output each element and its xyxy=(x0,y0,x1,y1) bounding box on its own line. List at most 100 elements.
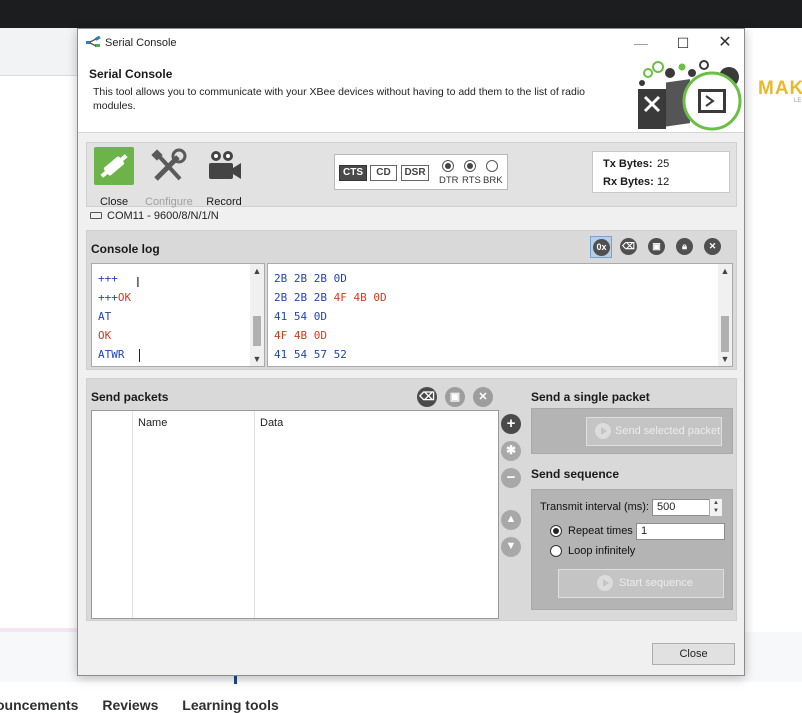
window-title: Serial Console xyxy=(105,37,177,49)
ascii-log-line-tx-text: +++ xyxy=(98,272,118,285)
maximize-button[interactable]: ☐ xyxy=(668,33,698,53)
lock-scroll-button[interactable]: 🔒︎ xyxy=(674,236,696,258)
scroll-up-icon[interactable]: ▲ xyxy=(718,264,732,278)
close-console-button[interactable]: ✕ xyxy=(702,236,724,258)
loop-infinitely-radio[interactable] xyxy=(550,545,562,557)
repeat-times-input[interactable]: 1 xyxy=(636,523,725,540)
minimize-button[interactable]: — xyxy=(626,33,656,53)
cd-indicator: CD xyxy=(370,165,397,181)
close-connection-label: Close xyxy=(99,196,129,208)
play-icon xyxy=(597,575,613,591)
ascii-log-line-rx-text: OK xyxy=(98,329,112,342)
header-description: This tool allows you to communicate with… xyxy=(93,86,586,112)
single-packet-title: Send a single packet xyxy=(531,390,650,404)
edit-packet-button[interactable]: ✱ xyxy=(501,441,521,461)
send-packets-panel: Send packets ⌫ ▣ ✕ Name Data + ✱ − ▲ ▼ S… xyxy=(86,378,737,621)
move-down-button[interactable]: ▼ xyxy=(501,537,521,557)
repeat-times-label: Repeat times xyxy=(568,525,633,537)
record-button[interactable]: Record xyxy=(201,147,247,208)
background-header-strip xyxy=(0,28,78,76)
ascii-scrollbar[interactable]: ▲ ▼ xyxy=(250,264,264,366)
serial-console-app-icon xyxy=(86,36,101,47)
console-log-title: Console log xyxy=(91,242,160,256)
arrow-up-icon: ▲ xyxy=(505,513,517,525)
scroll-up-icon[interactable]: ▲ xyxy=(250,264,264,278)
record-label: Record xyxy=(206,196,242,208)
configure-button[interactable]: Configure xyxy=(145,147,193,208)
dialog-close-button[interactable]: Close xyxy=(652,643,735,665)
background-logo: MAK xyxy=(758,78,802,99)
send-selected-packet-button[interactable]: Send selected packet xyxy=(586,417,722,446)
tool-header: Serial Console This tool allows you to c… xyxy=(78,57,744,133)
hex-log-line: 2B 2B 2B 0D xyxy=(274,269,347,288)
tx-bytes-value: 25 xyxy=(657,158,670,170)
cts-indicator: CTS xyxy=(339,165,367,181)
column-header-name[interactable]: Name xyxy=(138,417,167,429)
mouse-ibeam-cursor: I xyxy=(136,276,140,291)
spin-down-icon[interactable]: ▼ xyxy=(710,507,722,515)
hex-log-line-rx-text: 4F 4B 0D xyxy=(333,291,387,304)
hex-log-line-tx-text: 41 54 0D xyxy=(274,310,327,323)
window-close-button[interactable]: ✕ xyxy=(710,33,740,53)
hex-scrollbar[interactable]: ▲ ▼ xyxy=(718,264,732,366)
packets-table[interactable]: Name Data xyxy=(91,410,499,619)
column-divider xyxy=(132,411,133,618)
hex-log-line-tx-text: 2B 2B 2B 0D xyxy=(274,272,347,285)
save-packets-button[interactable]: ▣ xyxy=(445,387,465,407)
tx-bytes-label: Tx Bytes: xyxy=(603,158,653,170)
hex-log[interactable]: 2B 2B 2B 0D 2B 2B 2B 4F 4B 0D 41 54 0D 4F 4… xyxy=(267,263,733,367)
ascii-log-line: ATWR xyxy=(98,345,125,364)
rx-bytes-value: 12 xyxy=(657,176,670,188)
serial-console-window: Serial Console — ☐ ✕ Serial Console This… xyxy=(77,28,745,676)
ascii-log-line-rx-text: OK xyxy=(117,291,132,304)
plus-icon: + xyxy=(506,415,516,432)
rts-toggle[interactable] xyxy=(464,160,476,172)
rx-bytes-label: Rx Bytes: xyxy=(603,176,654,188)
transmit-interval-label: Transmit interval (ms): xyxy=(540,501,649,513)
clear-packets-button[interactable]: ⌫ xyxy=(417,387,437,407)
serial-console-hero-icon xyxy=(638,60,742,131)
send-packets-title: Send packets xyxy=(91,390,169,404)
hex-toggle-button[interactable]: 0x xyxy=(590,236,612,258)
brk-label: BRK xyxy=(483,175,503,186)
dtr-toggle[interactable] xyxy=(442,160,454,172)
background-logo-subtext: LE xyxy=(794,98,802,104)
start-sequence-button[interactable]: Start sequence xyxy=(558,569,724,598)
column-divider xyxy=(254,411,255,618)
repeat-times-radio[interactable] xyxy=(550,525,562,537)
ascii-log-line: OK xyxy=(98,326,111,345)
close-icon: ✕ xyxy=(704,238,721,255)
ascii-log-line: +++OK xyxy=(98,288,131,307)
add-packet-button[interactable]: + xyxy=(501,414,521,434)
port-settings-text: COM11 - 9600/8/N/1/N xyxy=(107,210,219,222)
scroll-down-icon[interactable]: ▼ xyxy=(250,352,264,366)
window-titlebar[interactable]: Serial Console — ☐ ✕ xyxy=(78,29,744,57)
column-header-data[interactable]: Data xyxy=(260,417,283,429)
hex-log-line: 4F 4B 0D xyxy=(274,326,327,345)
scroll-down-icon[interactable]: ▼ xyxy=(718,352,732,366)
delete-packets-button[interactable]: ✕ xyxy=(473,387,493,407)
interval-spinner[interactable]: ▲ ▼ xyxy=(709,499,722,516)
arrow-down-icon: ▼ xyxy=(505,540,517,552)
save-console-button[interactable]: ▣ xyxy=(646,236,668,258)
remove-packet-button[interactable]: − xyxy=(501,468,521,488)
configure-label: Configure xyxy=(145,196,193,208)
move-up-button[interactable]: ▲ xyxy=(501,510,521,530)
ascii-log[interactable]: +++ +++OK AT OK ATWR I ▲ ▼ xyxy=(91,263,265,367)
hex-log-line: 41 54 57 52 xyxy=(274,345,347,364)
serial-port-icon xyxy=(90,211,102,219)
hex-scroll-thumb[interactable] xyxy=(721,316,729,352)
hex-log-line-tx-text: 2B 2B 2B xyxy=(274,291,334,304)
spin-up-icon[interactable]: ▲ xyxy=(710,499,722,507)
single-packet-box: Send selected packet xyxy=(531,408,733,454)
ascii-log-line-tx-text: AT xyxy=(98,310,112,323)
clear-console-button[interactable]: ⌫ xyxy=(618,236,640,258)
brk-toggle[interactable] xyxy=(486,160,498,172)
ascii-scroll-thumb[interactable] xyxy=(253,316,261,346)
close-connection-button[interactable]: Close xyxy=(91,147,137,208)
minus-icon: − xyxy=(506,469,516,486)
port-status: COM11 - 9600/8/N/1/N xyxy=(90,210,219,222)
tools-icon xyxy=(151,148,187,181)
eraser-icon: ⌫ xyxy=(620,238,637,255)
ascii-log-line-tx-text: +++ xyxy=(98,291,118,304)
